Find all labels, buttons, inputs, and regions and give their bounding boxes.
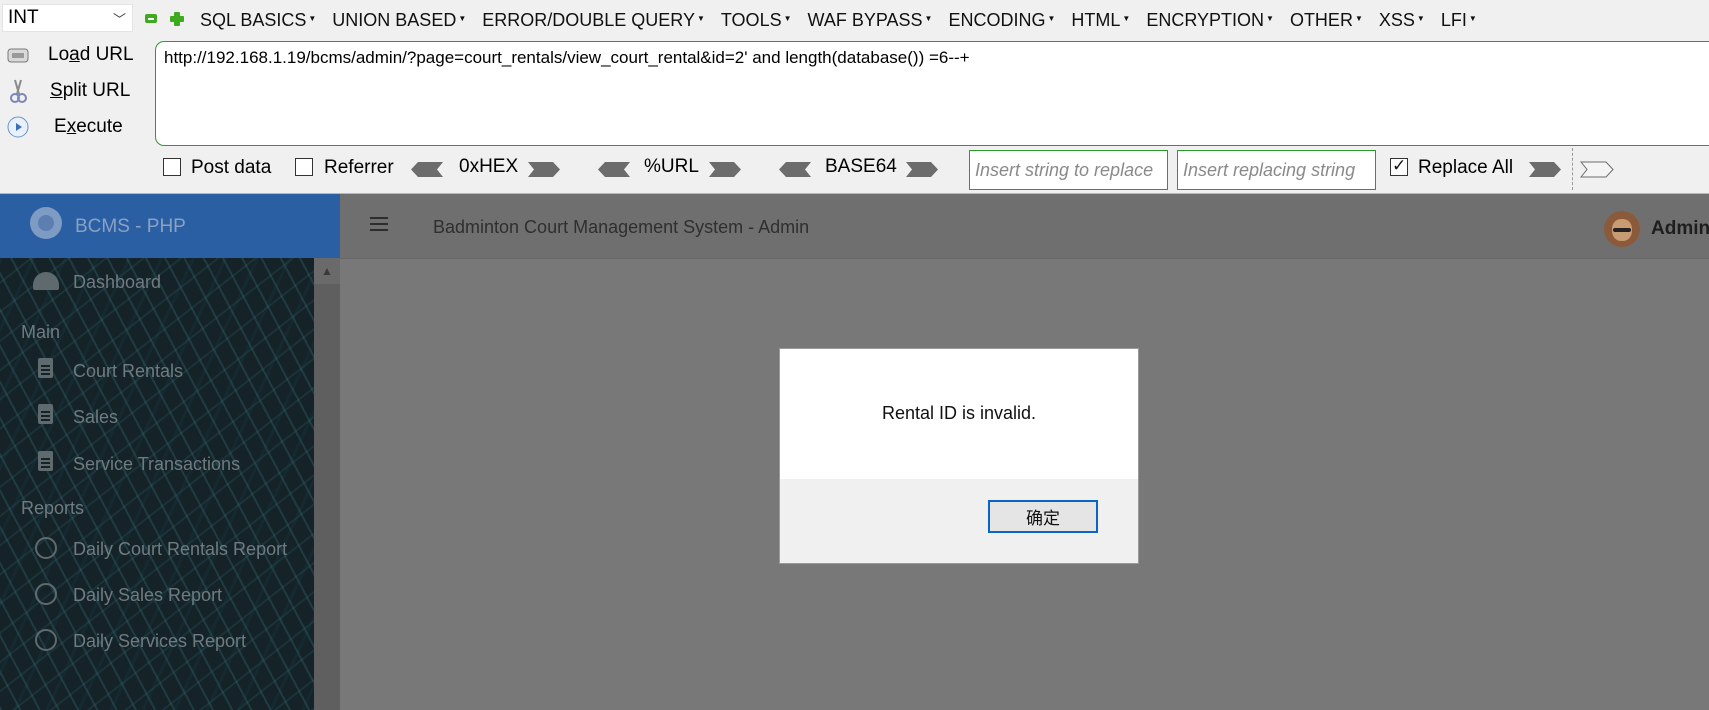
menu-xss[interactable]: XSS ▼ bbox=[1379, 10, 1425, 31]
brand-name: BCMS - PHP bbox=[75, 216, 186, 237]
circle-icon bbox=[35, 629, 57, 651]
sidebar-item-service-transactions[interactable]: Service Transactions bbox=[73, 454, 240, 475]
sidebar-item-sales[interactable]: Sales bbox=[73, 407, 118, 428]
menu-toggle-icon[interactable] bbox=[370, 216, 388, 232]
menu-encoding[interactable]: ENCODING ▼ bbox=[948, 10, 1055, 31]
sidebar-item-dashboard[interactable]: Dashboard bbox=[73, 272, 161, 293]
post-data-label: Post data bbox=[191, 157, 272, 178]
sidebar-header-main: Main bbox=[21, 322, 61, 342]
user-avatar[interactable] bbox=[1604, 211, 1640, 247]
hackbar-options: Post data Referrer 0xHEX %URL BASE64 Ins… bbox=[0, 148, 1709, 190]
url-input[interactable]: http://192.168.1.19/bcms/admin/?page=cou… bbox=[155, 41, 1709, 146]
replace-arrow-icon[interactable] bbox=[1528, 161, 1562, 178]
base64-label: BASE64 bbox=[825, 156, 897, 177]
increase-icon[interactable] bbox=[170, 12, 184, 26]
base64-decode-arrow-icon[interactable] bbox=[778, 161, 812, 178]
sidebar: Dashboard Main Court Rentals Sales Servi… bbox=[0, 258, 314, 710]
menu-error-double-query[interactable]: ERROR/DOUBLE QUERY ▼ bbox=[482, 10, 705, 31]
split-url-label: Split URL bbox=[50, 80, 131, 101]
toolbar-divider bbox=[1572, 148, 1573, 190]
scissors-icon bbox=[6, 79, 30, 103]
brand-logo-icon bbox=[30, 207, 62, 239]
circle-icon bbox=[35, 537, 57, 559]
document-icon bbox=[38, 404, 53, 424]
replacing-string-placeholder: Insert replacing string bbox=[1183, 159, 1356, 180]
menu-tools[interactable]: TOOLS ▼ bbox=[721, 10, 792, 31]
replacing-string-input[interactable]: Insert replacing string bbox=[1177, 150, 1376, 190]
execute-button[interactable]: Execute bbox=[0, 110, 150, 144]
scroll-up-icon[interactable]: ▲ bbox=[314, 258, 340, 284]
alert-message-area: Rental ID is invalid. bbox=[780, 349, 1138, 479]
referrer-checkbox[interactable] bbox=[295, 158, 313, 176]
top-navbar: Badminton Court Management System - Admi… bbox=[340, 194, 1709, 259]
url-value: http://192.168.1.19/bcms/admin/?page=cou… bbox=[164, 48, 970, 67]
load-url-label: Load URL bbox=[48, 44, 134, 65]
hackbar-toolbar: INT ﹀ SQL BASICS ▼ UNION BASED ▼ ERROR/DOU… bbox=[0, 0, 1709, 194]
replace-string-placeholder: Insert string to replace bbox=[975, 159, 1154, 180]
menu-encryption[interactable]: ENCRYPTION ▼ bbox=[1146, 10, 1274, 31]
alert-dialog: Rental ID is invalid. 确定 bbox=[779, 348, 1139, 564]
menu-html[interactable]: HTML ▼ bbox=[1071, 10, 1130, 31]
menu-sql-basics[interactable]: SQL BASICS ▼ bbox=[200, 10, 316, 31]
sidebar-scrollbar[interactable]: ▲ bbox=[314, 258, 340, 710]
referrer-label: Referrer bbox=[324, 157, 394, 178]
load-url-icon bbox=[6, 43, 30, 67]
menu-union-based[interactable]: UNION BASED ▼ bbox=[332, 10, 466, 31]
hex-decode-arrow-icon[interactable] bbox=[410, 161, 444, 178]
menu-other[interactable]: OTHER ▼ bbox=[1290, 10, 1363, 31]
dashboard-icon bbox=[33, 272, 59, 290]
document-icon bbox=[38, 358, 53, 378]
hackbar-menu: SQL BASICS ▼ UNION BASED ▼ ERROR/DOUBLE QU… bbox=[200, 4, 1493, 36]
document-icon bbox=[38, 451, 53, 471]
injection-type-value: INT bbox=[8, 7, 39, 28]
execute-label: Execute bbox=[54, 116, 123, 137]
sidebar-header-reports: Reports bbox=[21, 498, 85, 518]
url-decode-arrow-icon[interactable] bbox=[597, 161, 631, 178]
load-url-button[interactable]: Load URL bbox=[0, 38, 150, 72]
user-name[interactable]: Admin bbox=[1651, 218, 1709, 240]
play-icon bbox=[6, 115, 30, 139]
replace-all-label: Replace All bbox=[1418, 157, 1514, 178]
menu-lfi[interactable]: LFI ▼ bbox=[1441, 10, 1477, 31]
split-url-button[interactable]: Split URL bbox=[0, 74, 150, 108]
url-encoding-label: %URL bbox=[644, 156, 699, 177]
sidebar-item-daily-services-report[interactable]: Daily Services Report bbox=[73, 631, 246, 652]
base64-encode-arrow-icon[interactable] bbox=[905, 161, 939, 178]
url-encode-arrow-icon[interactable] bbox=[708, 161, 742, 178]
ok-button[interactable]: 确定 bbox=[988, 500, 1098, 533]
post-data-checkbox[interactable] bbox=[163, 158, 181, 176]
decrease-icon[interactable] bbox=[145, 14, 157, 23]
sidebar-item-court-rentals[interactable]: Court Rentals bbox=[73, 361, 183, 382]
site-title: Badminton Court Management System - Admi… bbox=[433, 217, 810, 237]
replace-all-checkbox[interactable] bbox=[1390, 156, 1408, 176]
circle-icon bbox=[35, 583, 57, 605]
replace-string-input[interactable]: Insert string to replace bbox=[969, 150, 1168, 190]
replace-next-arrow-icon[interactable] bbox=[1580, 161, 1614, 178]
menu-waf-bypass[interactable]: WAF BYPASS ▼ bbox=[808, 10, 933, 31]
hex-encode-arrow-icon[interactable] bbox=[527, 161, 561, 178]
alert-message: Rental ID is invalid. bbox=[881, 403, 1037, 423]
hex-label: 0xHEX bbox=[459, 156, 519, 177]
sidebar-item-daily-court-rentals-report[interactable]: Daily Court Rentals Report bbox=[73, 539, 287, 560]
sidebar-item-daily-sales-report[interactable]: Daily Sales Report bbox=[73, 585, 222, 606]
injection-type-select[interactable]: INT ﹀ bbox=[2, 4, 133, 32]
chevron-down-icon: ﹀ bbox=[112, 11, 126, 27]
brand-link[interactable]: BCMS - PHP bbox=[0, 194, 340, 258]
